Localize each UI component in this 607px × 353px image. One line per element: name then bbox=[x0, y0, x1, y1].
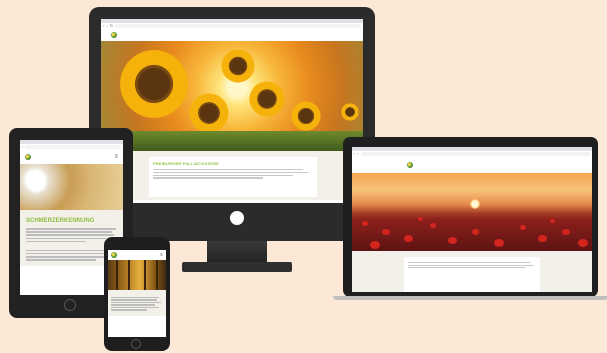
phone-site-header: ≡ bbox=[108, 250, 166, 260]
back-arrow-icon[interactable]: ‹ bbox=[354, 151, 355, 157]
monitor-stand-base bbox=[182, 262, 292, 272]
logo-icon bbox=[111, 32, 117, 38]
laptop-content-card bbox=[404, 257, 540, 292]
text-line bbox=[153, 169, 303, 171]
tablet-address-input[interactable] bbox=[25, 145, 121, 149]
phone-home-button[interactable] bbox=[131, 339, 141, 349]
text-line bbox=[408, 264, 534, 266]
text-line bbox=[26, 259, 96, 261]
tablet-heading: SCHMERZERKENNUNG bbox=[26, 218, 95, 224]
text-line bbox=[111, 297, 159, 299]
laptop-base bbox=[333, 296, 607, 300]
text-line bbox=[111, 299, 157, 301]
monitor-site-header bbox=[101, 29, 363, 41]
devices-mockup-stage: ‹ › ↻ FREIBURGER PALLIATIVSZENE ‹ ≡ SCHM… bbox=[0, 0, 607, 353]
text-line bbox=[111, 309, 147, 311]
text-line bbox=[26, 231, 112, 233]
tablet-hero-dandelion-image bbox=[20, 164, 123, 210]
monitor-hero-sunflowers-image bbox=[101, 41, 363, 151]
text-line bbox=[111, 304, 155, 306]
text-line bbox=[153, 177, 263, 179]
text-line bbox=[26, 237, 106, 240]
monitor-section-heading: FREIBURGER PALLIATIVSZENE bbox=[153, 161, 219, 166]
logo-icon bbox=[407, 162, 413, 168]
forward-arrow-icon[interactable]: › bbox=[357, 151, 358, 157]
laptop-browser-chrome: ‹ › bbox=[352, 147, 592, 157]
monitor-screen: ‹ › ↻ FREIBURGER PALLIATIVSZENE bbox=[101, 19, 363, 203]
text-line bbox=[26, 255, 112, 258]
back-arrow-icon[interactable]: ‹ bbox=[103, 23, 104, 29]
laptop-screen: ‹ › bbox=[352, 147, 592, 292]
monitor-address-input[interactable] bbox=[115, 24, 361, 28]
text-line bbox=[26, 252, 110, 255]
text-line bbox=[26, 249, 114, 252]
text-line bbox=[26, 228, 116, 230]
phone-screen: ≡ bbox=[108, 250, 166, 337]
logo-icon bbox=[111, 252, 117, 258]
text-line bbox=[26, 234, 114, 236]
text-line bbox=[111, 306, 159, 309]
phone-site-logo[interactable] bbox=[111, 252, 119, 258]
monitor-browser-chrome: ‹ › ↻ bbox=[101, 19, 363, 29]
laptop-address-input[interactable] bbox=[360, 152, 590, 156]
monitor-logo-circle bbox=[230, 211, 244, 225]
logo-icon bbox=[25, 154, 31, 160]
text-line bbox=[153, 171, 308, 174]
laptop-site-logo[interactable] bbox=[407, 162, 415, 168]
text-line bbox=[26, 240, 86, 243]
text-line bbox=[111, 301, 161, 304]
forward-arrow-icon[interactable]: › bbox=[106, 23, 107, 29]
reload-icon[interactable]: ↻ bbox=[110, 23, 113, 29]
monitor-site-logo[interactable] bbox=[111, 32, 119, 38]
back-arrow-icon[interactable]: ‹ bbox=[22, 144, 23, 150]
text-line bbox=[408, 262, 530, 264]
hamburger-menu-icon[interactable]: ≡ bbox=[114, 154, 118, 160]
monitor-stand-neck bbox=[207, 241, 267, 264]
tablet-site-logo[interactable] bbox=[25, 154, 33, 160]
tablet-site-header: ≡ bbox=[20, 150, 123, 164]
text-line bbox=[153, 174, 293, 176]
laptop-site-header bbox=[352, 157, 592, 173]
phone-content-area bbox=[108, 290, 166, 316]
monitor-content-area: FREIBURGER PALLIATIVSZENE bbox=[101, 151, 363, 200]
phone-hero-forest-image bbox=[108, 260, 166, 290]
tablet-browser-chrome: ‹ bbox=[20, 140, 123, 150]
text-line bbox=[408, 267, 526, 269]
monitor-content-card: FREIBURGER PALLIATIVSZENE bbox=[149, 157, 317, 197]
laptop-hero-poppy-field-image bbox=[352, 173, 592, 251]
hamburger-menu-icon[interactable]: ≡ bbox=[160, 252, 163, 258]
laptop-content-area bbox=[352, 251, 592, 292]
tablet-home-button[interactable] bbox=[64, 299, 76, 311]
